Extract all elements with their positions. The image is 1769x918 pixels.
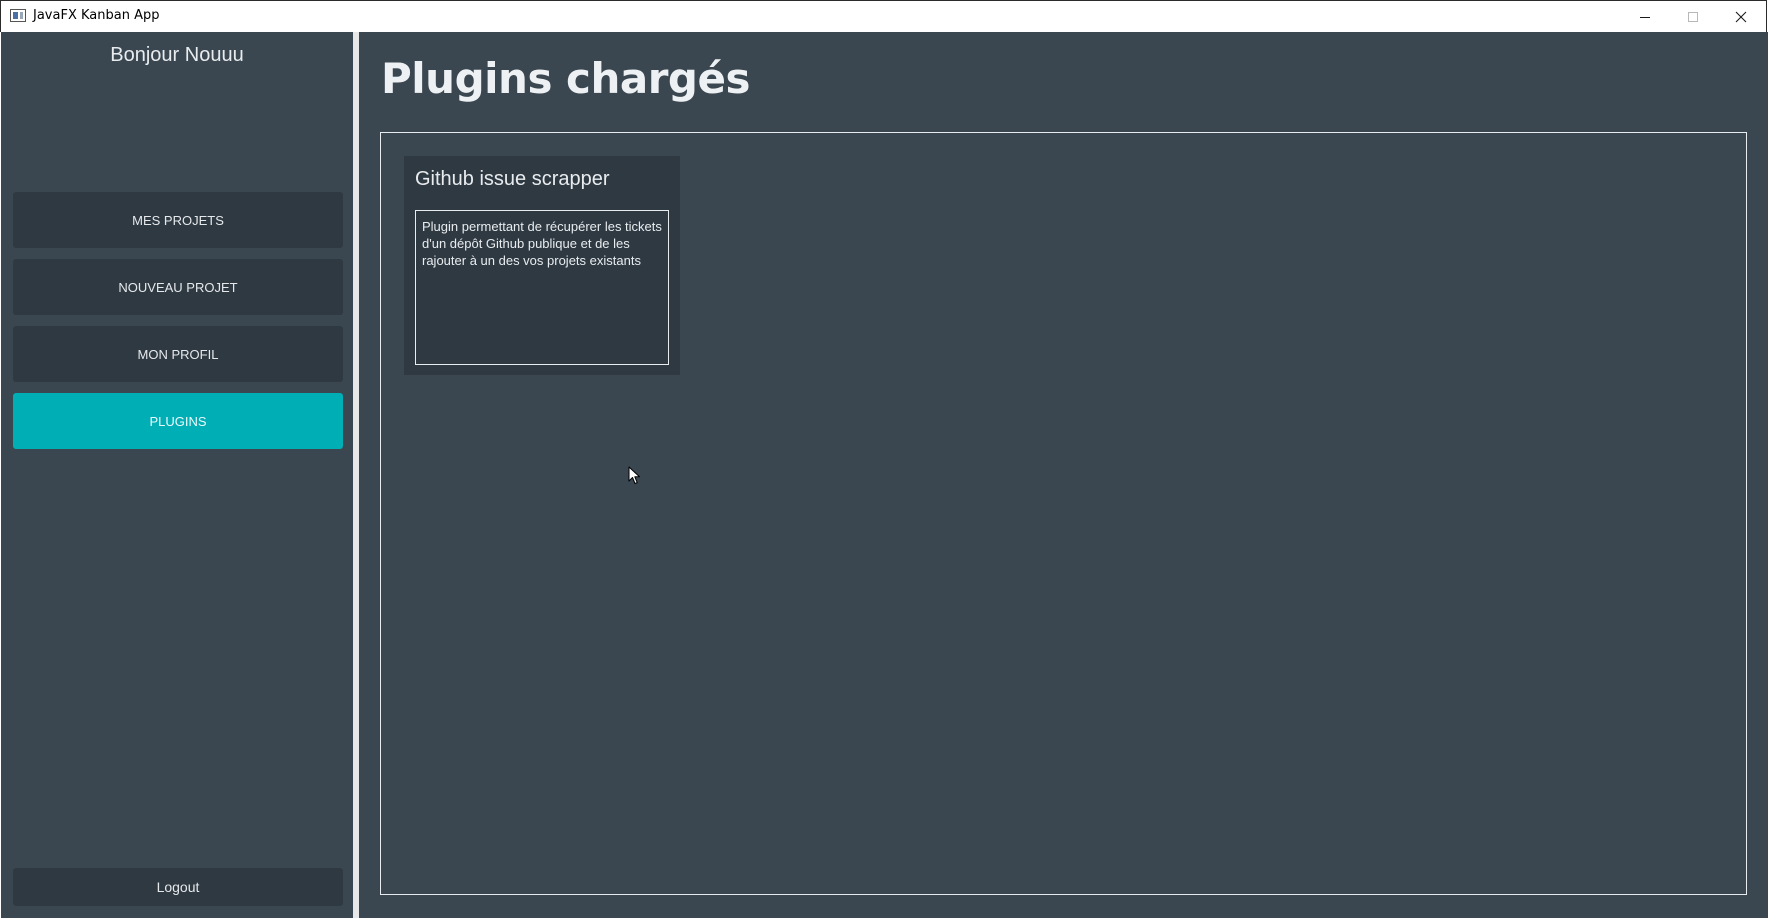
close-button[interactable] <box>1717 1 1765 32</box>
close-icon <box>1735 11 1747 22</box>
plugin-description: Plugin permettant de récupérer les ticke… <box>415 210 669 365</box>
greeting-label: Bonjour Nouuu <box>110 44 244 66</box>
nav-button-mon-profil[interactable]: MON PROFIL <box>13 326 343 382</box>
window-title: JavaFX Kanban App <box>33 8 160 23</box>
plugin-name: Github issue scrapper <box>415 168 610 190</box>
page-title: Plugins chargés <box>381 54 750 103</box>
logout-label: Logout <box>156 879 200 895</box>
mouse-cursor-icon <box>628 466 640 484</box>
main-panel: Plugins chargés Github issue scrapper Pl… <box>359 32 1768 918</box>
nav-button-label: MON PROFIL <box>137 346 219 362</box>
sidebar: Bonjour Nouuu MES PROJETS NOUVEAU PROJET… <box>1 32 353 918</box>
maximize-icon <box>1688 11 1698 22</box>
nav-button-mes-projets[interactable]: MES PROJETS <box>13 192 343 248</box>
minimize-button[interactable] <box>1621 1 1669 32</box>
nav-button-nouveau-projet[interactable]: NOUVEAU PROJET <box>13 259 343 315</box>
nav-button-label: PLUGINS <box>149 413 207 429</box>
nav-button-plugins[interactable]: PLUGINS <box>13 393 343 449</box>
app-icon <box>10 9 26 22</box>
window-titlebar[interactable]: JavaFX Kanban App <box>0 0 1767 32</box>
app-content: Bonjour Nouuu MES PROJETS NOUVEAU PROJET… <box>1 32 1768 918</box>
app-window: JavaFX Kanban App Bonjour Nouuu MES PROJ… <box>0 0 1769 918</box>
minimize-icon <box>1640 16 1650 18</box>
nav-button-label: NOUVEAU PROJET <box>118 279 238 295</box>
plugin-card[interactable]: Github issue scrapper Plugin permettant … <box>404 156 680 375</box>
maximize-button[interactable] <box>1669 1 1717 32</box>
plugins-container: Github issue scrapper Plugin permettant … <box>380 132 1747 895</box>
logout-button[interactable]: Logout <box>13 868 343 906</box>
nav-button-label: MES PROJETS <box>132 212 224 228</box>
